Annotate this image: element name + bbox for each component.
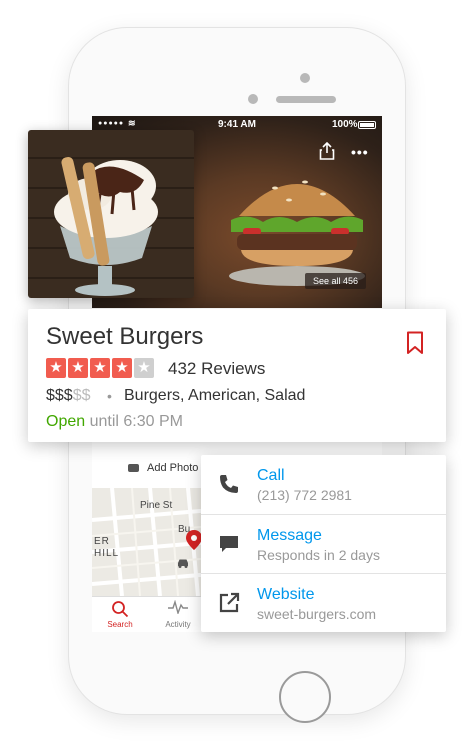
bookmark-icon[interactable] <box>406 331 424 355</box>
phone-number: (213) 772 2981 <box>257 487 352 503</box>
website-url: sweet-burgers.com <box>257 606 377 622</box>
message-row[interactable]: Message Responds in 2 days <box>201 514 446 574</box>
see-all-photos-button[interactable]: See all 456 <box>305 273 367 289</box>
business-info-card[interactable]: Sweet Burgers ★ ★ ★ ★ ★ 432 Reviews $$$$$ • … <box>28 309 446 442</box>
wifi-icon: ≋ <box>128 118 136 128</box>
phone-icon <box>220 475 238 493</box>
car-icon <box>178 559 188 568</box>
street-label: Pine St <box>140 500 173 511</box>
message-icon <box>220 536 238 552</box>
tab-bar: Search Activity <box>92 596 212 632</box>
contact-card: Call (213) 772 2981 Message Responds in … <box>201 455 446 632</box>
front-camera <box>300 73 310 83</box>
price-inactive: $$ <box>72 387 91 404</box>
tab-label: Activity <box>165 620 191 629</box>
star-icon: ★ <box>90 358 110 378</box>
separator-dot: • <box>107 388 112 404</box>
map-pin-icon[interactable] <box>186 530 202 550</box>
response-time: Responds in 2 days <box>257 547 380 563</box>
website-label: Website <box>257 586 315 603</box>
external-link-icon <box>219 592 240 613</box>
price-active: $$$ <box>46 387 73 404</box>
battery-icon <box>358 121 376 129</box>
star-icon: ★ <box>134 358 154 378</box>
rating-stars: ★ ★ ★ ★ ★ <box>46 358 156 378</box>
battery-percent: 100% <box>332 119 358 130</box>
call-row[interactable]: Call (213) 772 2981 <box>201 455 446 514</box>
business-name: Sweet Burgers <box>46 323 204 350</box>
camera-icon <box>128 464 139 472</box>
message-label: Message <box>257 527 322 544</box>
neighborhood-label: HILL <box>94 548 120 559</box>
status-time: 9:41 AM <box>218 119 256 130</box>
signal-icon: ●●●●● <box>98 120 125 127</box>
earpiece-speaker <box>276 96 336 103</box>
neighborhood-label: ER <box>94 536 110 547</box>
hours-text: until 6:30 PM <box>89 413 183 430</box>
share-icon[interactable] <box>319 142 335 160</box>
price-range: $$$$$ <box>46 387 91 405</box>
more-icon[interactable]: ••• <box>351 144 369 160</box>
proximity-sensor <box>248 94 258 104</box>
star-icon: ★ <box>112 358 132 378</box>
star-icon: ★ <box>46 358 66 378</box>
search-icon <box>100 600 140 620</box>
website-row[interactable]: Website sweet-burgers.com <box>201 573 446 633</box>
dessert-photo[interactable] <box>28 130 194 298</box>
hours-status: Open until 6:30 PM <box>46 413 183 431</box>
burger-image <box>229 180 365 286</box>
tab-search[interactable]: Search <box>100 600 140 629</box>
map-view[interactable]: Pine St Bu ER HILL <box>92 488 212 596</box>
star-icon: ★ <box>68 358 88 378</box>
open-label: Open <box>46 413 86 430</box>
add-photo-label: Add Photo <box>147 462 199 474</box>
add-photo-button[interactable]: Add Photo <box>128 462 198 474</box>
activity-icon <box>158 599 198 620</box>
tab-label: Search <box>107 620 133 629</box>
home-button[interactable] <box>279 671 331 723</box>
call-label: Call <box>257 467 285 484</box>
review-count[interactable]: 432 Reviews <box>168 359 265 379</box>
categories: Burgers, American, Salad <box>124 387 306 404</box>
tab-activity[interactable]: Activity <box>158 599 198 629</box>
